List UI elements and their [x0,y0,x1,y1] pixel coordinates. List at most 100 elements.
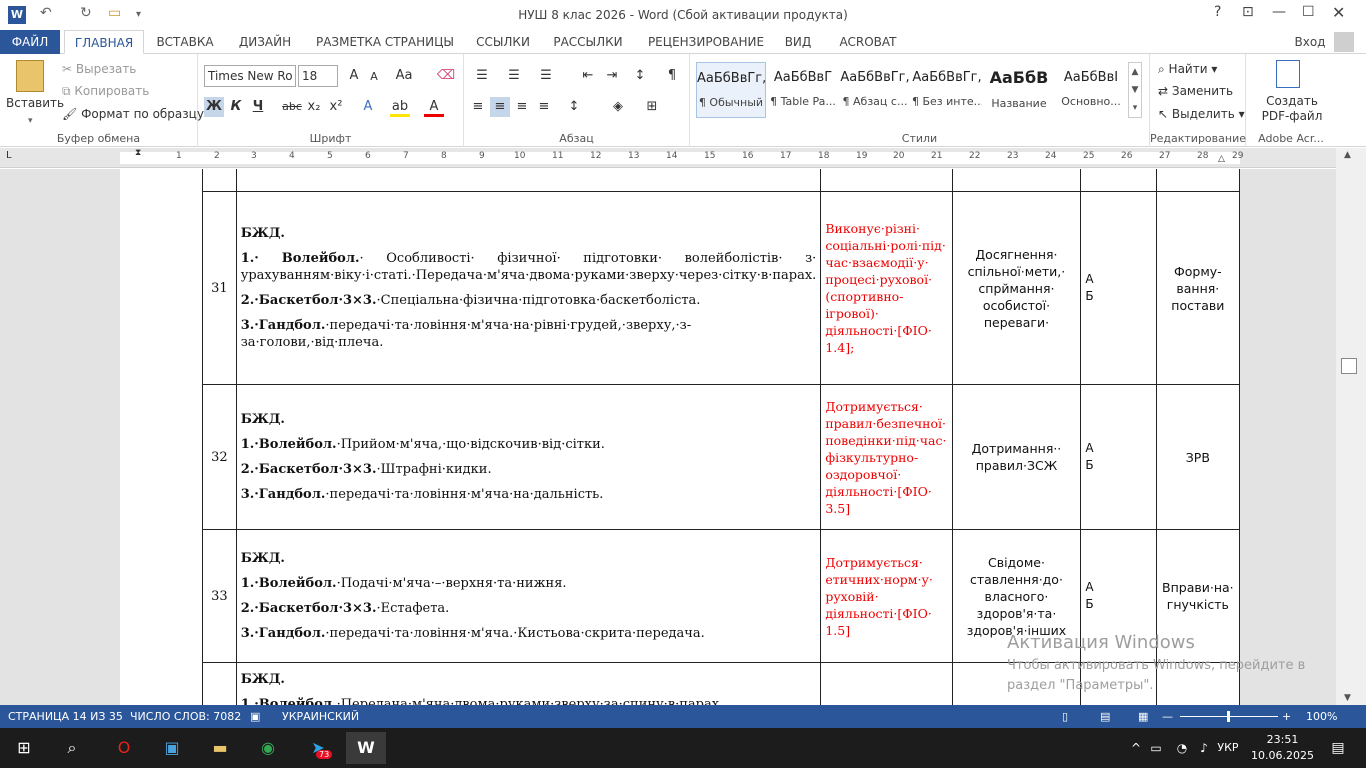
telegram-icon[interactable]: ➤ [298,732,338,764]
styles-scroll[interactable]: ▲ ▼ ▾ [1128,62,1142,118]
minimize-icon[interactable]: — [1272,4,1286,20]
word-taskbar-icon[interactable]: W [346,732,386,764]
tab-file[interactable]: ФАЙЛ [0,30,60,54]
cut-button[interactable]: ✂ Вырезать [62,62,136,76]
assessment-level[interactable]: АБ [1080,384,1157,530]
borders-icon[interactable]: ⊞ [642,97,662,117]
zoom-in-icon[interactable]: + [1282,710,1291,723]
highlight-icon[interactable]: ab [390,97,410,117]
lesson-goal[interactable]: Дотримання·· правил·ЗСЖ [951,384,1082,530]
paste-dropdown-icon[interactable]: ▾ [28,116,33,126]
extra-activity[interactable]: Форму- вання· постави [1155,191,1241,385]
justify-icon[interactable]: ≡ [534,97,554,117]
page-count[interactable]: СТРАНИЦА 14 ИЗ 35 [8,710,123,723]
font-size-field[interactable]: 18 [298,65,338,87]
extra-activity[interactable]: ЗРВ [1155,384,1241,530]
grow-font-icon[interactable]: A [344,66,364,86]
tab-view[interactable]: ВИД [780,30,816,54]
tab-review[interactable]: РЕЦЕНЗИРОВАНИЕ [636,30,776,54]
clock[interactable]: 23:51 10.06.2025 [1251,732,1314,764]
print-layout-icon[interactable]: ▤ [1100,710,1110,723]
word-count[interactable]: ЧИСЛО СЛОВ: 7082 [130,710,241,723]
style-body-text[interactable]: АаБбВвI Основно... [1056,62,1126,118]
web-layout-icon[interactable]: ▦ [1138,710,1148,723]
underline-button[interactable]: Ч [248,97,268,117]
multilevel-list-icon[interactable]: ☰ [536,66,556,86]
align-center-icon[interactable]: ≡ [490,97,510,117]
bold-button[interactable]: Ж [204,97,224,117]
paste-icon[interactable] [16,60,44,92]
lesson-table[interactable]: 31 БЖД. 1.· Волейбол.· Особливості· фізи… [202,169,1241,705]
align-left-icon[interactable]: ≡ [468,97,488,117]
style-normal[interactable]: АаБбВвГг, ¶ Обычный [696,62,766,118]
copy-button[interactable]: ⧉ Копировать [62,84,149,99]
expected-result[interactable]: Дотримується· правил·безпечної· поведінк… [820,384,953,530]
tab-insert[interactable]: ВСТАВКА [148,30,222,54]
lesson-goal[interactable]: Досягнення· спільної·мети,· спрймання· о… [951,191,1082,385]
tab-design[interactable]: ДИЗАЙН [226,30,304,54]
italic-button[interactable]: К [226,97,246,117]
create-pdf-button[interactable]: Создать PDF-файл [1252,94,1332,124]
numbering-icon[interactable]: ☰ [504,66,524,86]
expected-result[interactable] [820,662,953,705]
lesson-content[interactable]: БЖД. 1.·Волейбол.·Передача·м'яча·двома·р… [235,662,822,705]
document-page[interactable]: 31 БЖД. 1.· Волейбол.· Особливості· фізи… [120,169,1241,705]
clear-format-icon[interactable]: ⌫ [436,66,456,86]
search-icon[interactable]: ⌕ [52,732,92,764]
align-right-icon[interactable]: ≡ [512,97,532,117]
replace-button[interactable]: ⇄ Заменить [1158,84,1233,98]
scroll-up-icon[interactable]: ▲ [1344,150,1351,160]
start-icon[interactable]: ⊞ [4,732,44,764]
read-mode-icon[interactable]: ▯ [1062,710,1068,723]
tab-selector-icon[interactable]: L [6,150,12,161]
expected-result[interactable]: Виконує·різні· соціальні·ролі·під· час·в… [820,191,953,385]
style-table-paragraph[interactable]: АаБбВвГ ¶ Table Pa... [768,62,838,118]
tab-mailings[interactable]: РАССЫЛКИ [544,30,632,54]
sort-icon[interactable]: ↕ [630,66,650,86]
keyboard-language[interactable]: УКР [1208,732,1248,764]
font-name-field[interactable]: Times New Ro [204,65,296,87]
show-marks-icon[interactable]: ¶ [662,66,682,86]
style-list-paragraph[interactable]: АаБбВвГг, ¶ Абзац с... [840,62,910,118]
right-indent-icon[interactable]: △ [1218,154,1225,164]
expected-result[interactable]: Дотримується· етичних·норм·у· руховій· д… [820,529,953,663]
line-spacing-icon[interactable]: ↕ [564,97,584,117]
proofing-icon[interactable]: ▣ [250,710,260,723]
maximize-icon[interactable]: ☐ [1302,4,1315,20]
find-button[interactable]: ⌕ Найти ▾ [1158,62,1217,77]
subscript-icon[interactable]: x₂ [304,97,324,117]
shrink-font-icon[interactable]: A [364,67,384,87]
change-case-icon[interactable]: Aa [394,66,414,86]
document-canvas[interactable]: 31 БЖД. 1.· Волейбол.· Особливості· фізи… [0,169,1336,705]
tab-home[interactable]: ГЛАВНАЯ [64,30,144,54]
bullets-icon[interactable]: ☰ [472,66,492,86]
style-no-spacing[interactable]: АаБбВвГг, ¶ Без инте... [912,62,982,118]
lesson-content[interactable]: БЖД. 1.· Волейбол.· Особливості· фізично… [235,191,822,385]
vertical-scrollbar[interactable]: ▲ ▼ [1336,148,1366,705]
zoom-out-icon[interactable]: — [1162,710,1173,723]
lesson-content[interactable]: БЖД. 1.·Волейбол.·Подачі·м'яча·–·верхня·… [235,529,822,663]
text-effects-icon[interactable]: A [358,97,378,117]
increase-indent-icon[interactable]: ⇥ [602,66,622,86]
scroll-down-icon[interactable]: ▼ [1344,693,1351,703]
help-icon[interactable]: ? [1214,4,1221,20]
style-title[interactable]: АаБбВ Название [984,62,1054,118]
font-color-icon[interactable]: A [424,97,444,117]
zoom-slider-thumb[interactable] [1227,711,1230,722]
language-indicator[interactable]: УКРАИНСКИЙ [282,710,359,723]
tab-acrobat[interactable]: ACROBAT [830,30,906,54]
horizontal-ruler[interactable]: L 1 2 3 4 5 6 7 8 9 10 11 12 13 14 15 16… [0,148,1366,168]
file-explorer-icon[interactable]: ▬ [200,732,240,764]
shading-icon[interactable]: ◈ [608,97,628,117]
signin-link[interactable]: Вход [1290,30,1330,54]
ribbon-display-icon[interactable]: ⊡ [1242,4,1254,20]
zoom-level[interactable]: 100% [1306,710,1337,723]
tab-references[interactable]: ССЫЛКИ [466,30,540,54]
select-button[interactable]: ↖ Выделить ▾ [1158,107,1245,121]
scroll-thumb[interactable] [1341,358,1357,374]
opera-icon[interactable]: O [104,732,144,764]
format-painter-button[interactable]: 🖌 Формат по образцу [62,107,204,121]
decrease-indent-icon[interactable]: ⇤ [578,66,598,86]
strikethrough-icon[interactable]: abc [282,97,302,117]
indent-marker-icon[interactable]: ⧗ [135,148,141,158]
